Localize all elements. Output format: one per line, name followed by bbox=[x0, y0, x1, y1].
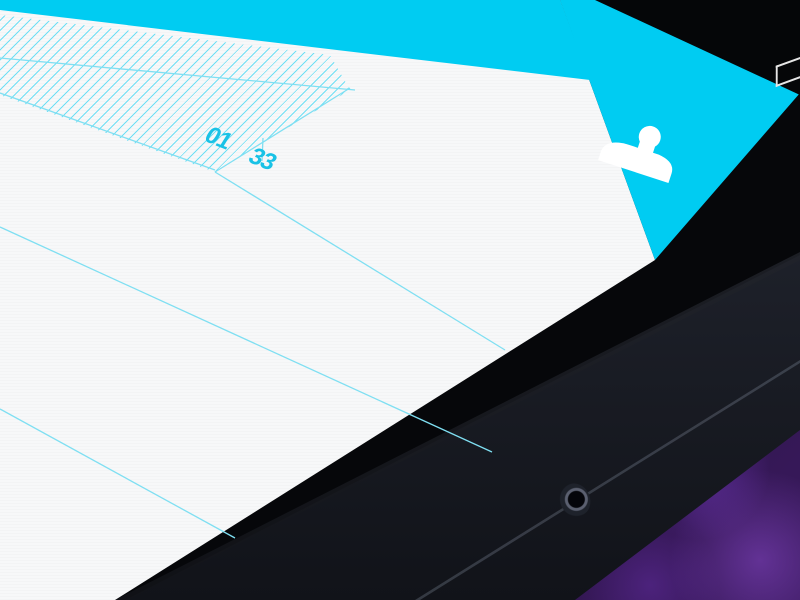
grid-line-row-2 bbox=[0, 92, 216, 171]
grid-line-cell-right bbox=[214, 171, 506, 351]
grid-line-row-4 bbox=[0, 408, 236, 539]
grid-line-row-3 bbox=[0, 93, 500, 350]
profile-button[interactable] bbox=[585, 115, 685, 185]
grid-line-row-1 bbox=[0, 57, 356, 91]
grid-line-row-3b bbox=[0, 226, 493, 453]
user-silhouette-icon bbox=[598, 125, 673, 183]
photo-scene: 01 33 bbox=[0, 0, 800, 600]
calendar-grid bbox=[0, 57, 506, 539]
